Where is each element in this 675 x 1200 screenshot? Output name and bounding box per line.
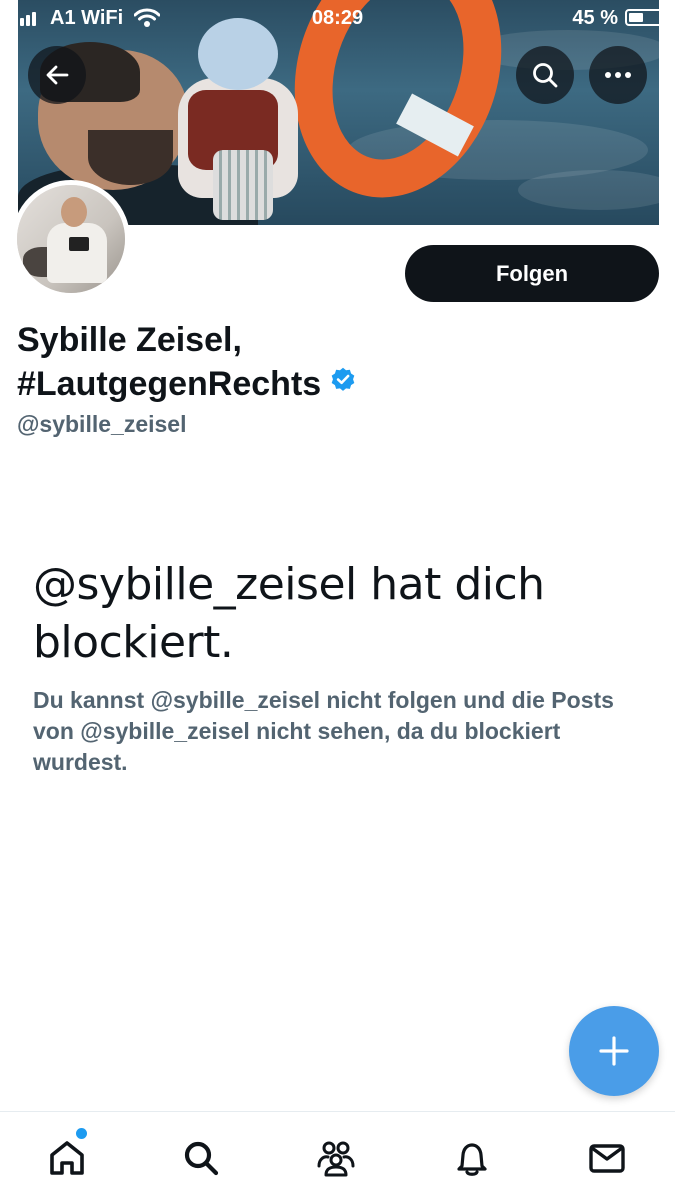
search-button[interactable] [516,46,574,104]
more-options-button[interactable] [589,46,647,104]
home-icon [50,1141,84,1175]
nav-communities[interactable] [312,1134,360,1182]
verified-badge-icon[interactable] [329,361,357,405]
display-name-line-1: Sybille Zeisel, [17,321,242,359]
status-bar: A1 WiFi 08:29 45 % [0,0,675,36]
blocked-title: @sybille_zeisel hat dich blockiert. [33,559,545,668]
display-name: Sybille Zeisel, #LautgegenRechts [17,318,617,408]
bottom-navigation [0,1111,675,1200]
battery-percentage: 45 % [572,7,618,29]
search-icon [533,63,558,88]
profile-handle: @sybille_zeisel [17,411,187,437]
home-unread-dot [76,1128,87,1139]
nav-home[interactable] [43,1134,91,1182]
plus-icon [599,1036,629,1066]
follow-button[interactable]: Folgen [405,245,659,302]
display-name-line-2: #LautgegenRechts [17,365,322,403]
nav-explore[interactable] [177,1134,225,1182]
search-icon [184,1141,219,1176]
back-arrow-icon [46,65,69,85]
communities-icon [317,1141,355,1177]
nav-messages[interactable] [583,1134,631,1182]
battery-icon [625,9,663,26]
nav-notifications[interactable] [448,1134,496,1182]
blocked-description: Du kannst @sybille_zeisel nicht folgen u… [33,687,614,775]
notifications-icon [457,1143,487,1176]
compose-post-button[interactable] [569,1006,659,1096]
more-horizontal-icon [605,72,631,78]
messages-icon [589,1144,625,1173]
back-button[interactable] [28,46,86,104]
profile-avatar[interactable] [12,180,130,298]
